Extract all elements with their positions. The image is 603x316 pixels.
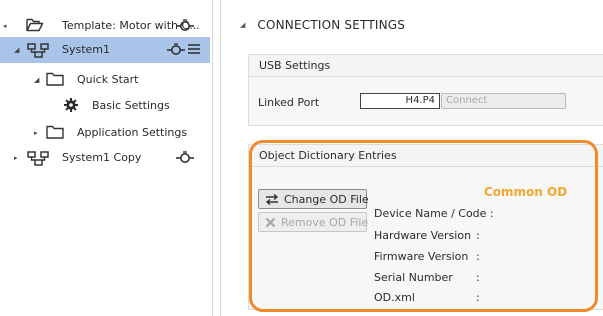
remove-od-file-button[interactable]: Remove OD File bbox=[258, 212, 369, 232]
firmware-version-label: Firmware Version bbox=[374, 250, 469, 263]
expand-caret-icon[interactable]: ◢ bbox=[34, 76, 39, 84]
od-xml-value: : bbox=[476, 291, 480, 304]
tree-item-system1-copy[interactable]: ▸ System1 Copy bbox=[0, 145, 210, 171]
connection-icon[interactable] bbox=[176, 150, 194, 169]
section-header[interactable]: ◢ CONNECTION SETTINGS bbox=[230, 18, 405, 32]
group-header: USB Settings bbox=[249, 55, 603, 77]
expand-caret-icon[interactable]: ◢ bbox=[14, 46, 19, 54]
remove-od-file-label: Remove OD File bbox=[281, 215, 369, 229]
hardware-version-label: Hardware Version bbox=[374, 229, 472, 242]
firmware-version-value: : bbox=[476, 250, 480, 263]
close-icon bbox=[265, 217, 276, 228]
folder-icon bbox=[46, 125, 64, 142]
tree-item-template[interactable]: ◂ Template: Motor with C... bbox=[0, 13, 210, 39]
tree-item-system1[interactable]: ◢ System1 bbox=[0, 37, 210, 63]
folder-open-icon bbox=[26, 18, 44, 35]
settings-panel: ◢ CONNECTION SETTINGS USB Settings Linke… bbox=[230, 0, 603, 316]
tree-item-quick-start[interactable]: ◢ Quick Start bbox=[0, 67, 210, 93]
serial-number-value: : bbox=[476, 271, 480, 284]
tree-item-basic-settings[interactable]: Basic Settings bbox=[0, 93, 210, 119]
tree-item-label: Application Settings bbox=[77, 126, 188, 139]
collapse-caret-icon[interactable]: ▸ bbox=[34, 129, 38, 137]
connection-icon[interactable] bbox=[176, 18, 194, 37]
group-title: USB Settings bbox=[259, 59, 331, 72]
collapse-caret-icon[interactable]: ◂ bbox=[3, 22, 7, 30]
system-network-icon bbox=[27, 42, 51, 61]
tree-item-label: Quick Start bbox=[77, 73, 139, 86]
change-od-file-button[interactable]: Change OD File bbox=[258, 189, 369, 209]
menu-icon[interactable] bbox=[188, 43, 200, 58]
object-dictionary-group: Object Dictionary Entries Change OD File… bbox=[248, 144, 603, 310]
collapse-caret-icon[interactable]: ▸ bbox=[14, 154, 18, 162]
hardware-version-value: : bbox=[476, 229, 480, 242]
panel-splitter[interactable] bbox=[220, 0, 221, 316]
device-name-label: Device Name / Code : bbox=[374, 207, 494, 220]
connect-button[interactable]: Connect bbox=[441, 93, 566, 109]
system-network-icon bbox=[27, 150, 51, 169]
serial-number-label: Serial Number bbox=[374, 271, 453, 284]
expand-caret-icon[interactable]: ◢ bbox=[240, 21, 245, 29]
folder-icon bbox=[46, 72, 64, 89]
change-od-file-label: Change OD File bbox=[284, 192, 369, 206]
project-tree: ◂ Template: Motor with C... ◢ System1 ◢ … bbox=[0, 0, 210, 316]
tree-item-label: System1 Copy bbox=[62, 151, 142, 164]
group-title: Object Dictionary Entries bbox=[259, 149, 397, 162]
section-title: CONNECTION SETTINGS bbox=[257, 18, 406, 32]
linked-port-field[interactable]: H4.P4 bbox=[360, 93, 440, 109]
tree-item-application-settings[interactable]: ▸ Application Settings bbox=[0, 120, 210, 146]
tree-item-label: Basic Settings bbox=[92, 99, 170, 112]
od-xml-label: OD.xml bbox=[374, 291, 415, 304]
linked-port-label: Linked Port bbox=[258, 96, 320, 109]
panel-splitter[interactable] bbox=[212, 0, 213, 316]
gear-icon bbox=[64, 98, 78, 115]
tree-item-label: System1 bbox=[62, 43, 111, 56]
swap-arrows-icon bbox=[265, 193, 279, 205]
usb-settings-group: USB Settings Linked Port H4.P4 Connect bbox=[248, 54, 603, 126]
group-header: Object Dictionary Entries bbox=[249, 145, 603, 167]
connection-icon[interactable] bbox=[167, 42, 185, 61]
common-od-heading: Common OD bbox=[484, 185, 568, 199]
